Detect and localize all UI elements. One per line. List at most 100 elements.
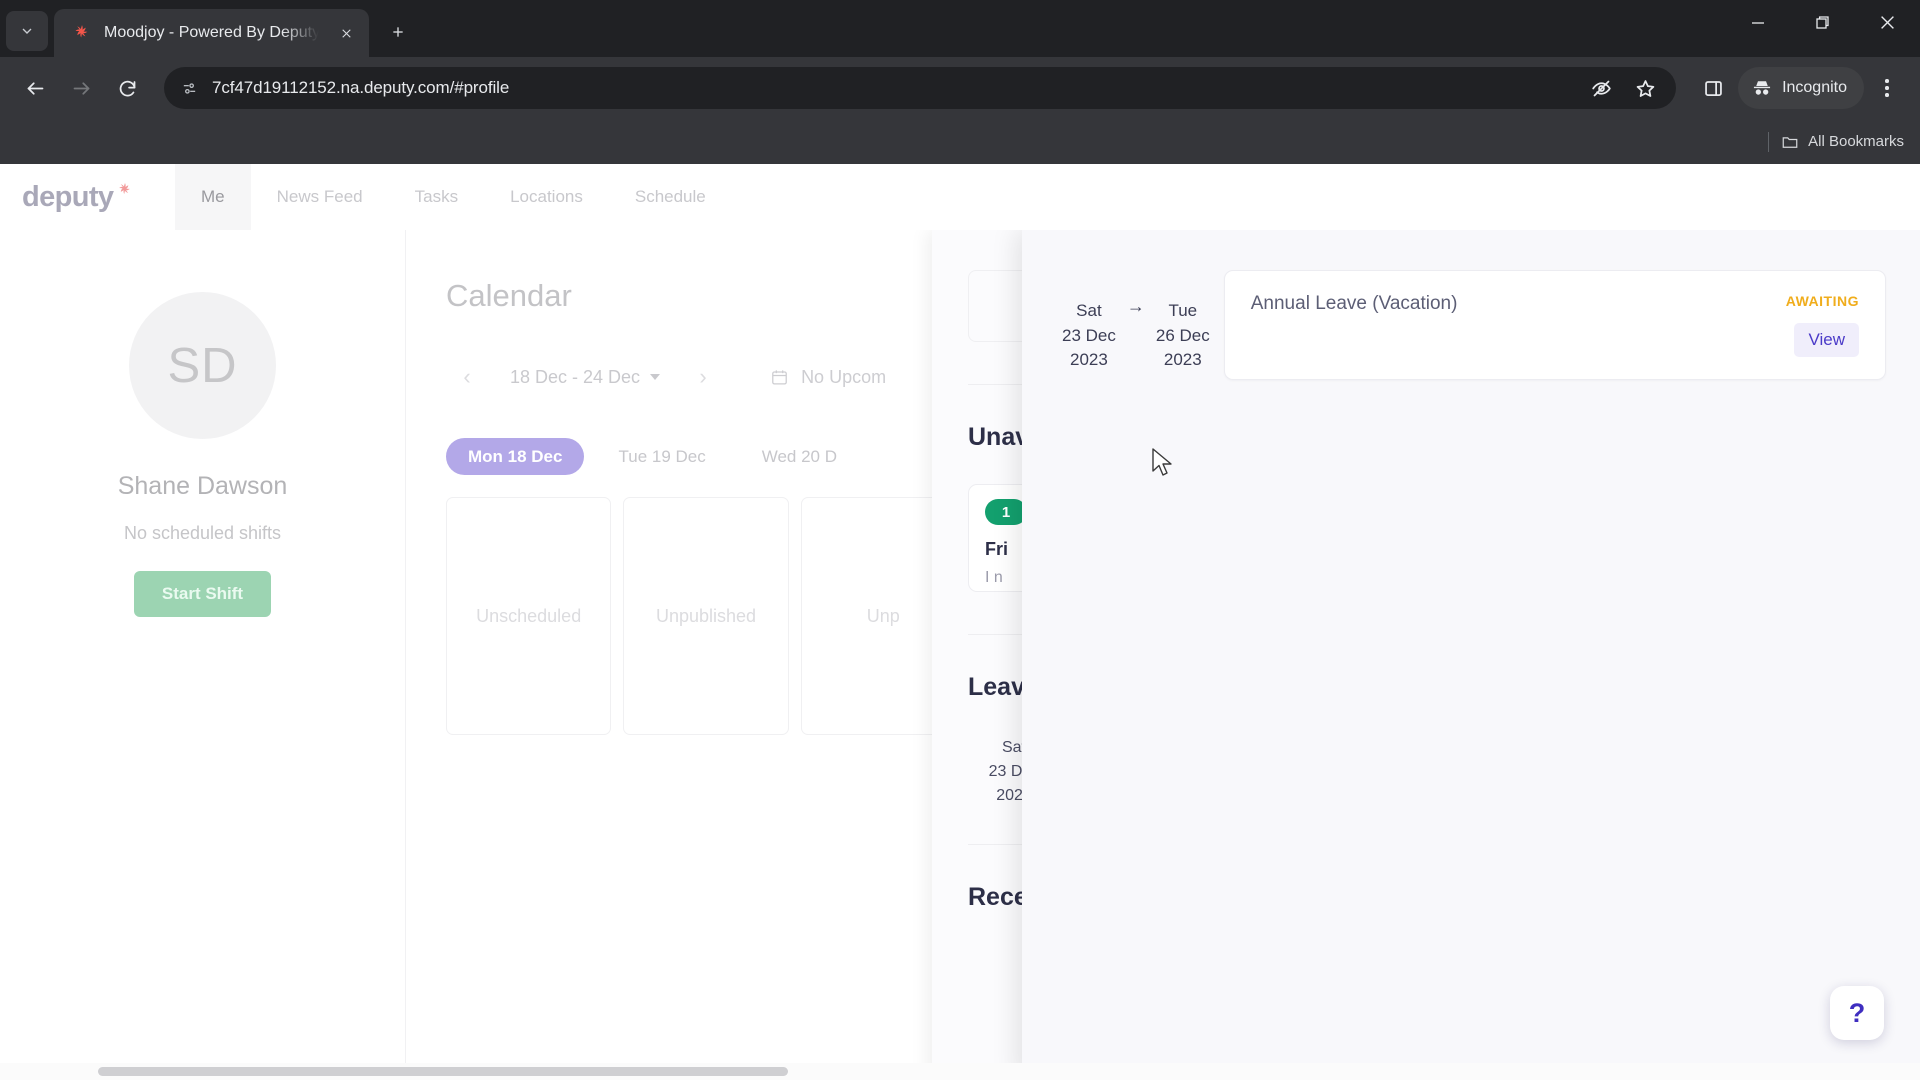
nav-tab-label: Tasks [414, 187, 459, 206]
chrome-menu-button[interactable] [1868, 67, 1906, 109]
bookmarks-bar: All Bookmarks [0, 119, 1920, 164]
end-year: 2023 [1163, 350, 1202, 370]
omnibox-actions [1580, 67, 1666, 109]
nav-tab-label: Me [201, 187, 225, 206]
page-viewport: deputy Me News Feed Tasks Locations Sche… [0, 164, 1920, 1080]
app-header: deputy Me News Feed Tasks Locations Sche… [0, 164, 1920, 230]
calendar-icon [772, 369, 787, 384]
incognito-label: Incognito [1782, 79, 1847, 96]
view-leave-button[interactable]: View [1794, 323, 1859, 357]
reload-button[interactable] [106, 67, 148, 109]
maximize-icon [1815, 15, 1829, 29]
next-week-button[interactable]: › [682, 356, 724, 398]
avatar-initials: SD [167, 338, 238, 393]
kebab-dot [1885, 86, 1889, 90]
avatar: SD [129, 292, 276, 439]
profile-name: Shane Dawson [117, 472, 288, 500]
side-panel-icon [1704, 80, 1722, 96]
page-title: Calendar [446, 278, 572, 313]
tab-strip: Moodjoy - Powered By Deputy [0, 0, 1920, 57]
side-panel-button[interactable] [1692, 67, 1734, 109]
upcoming-shift-indicator: No Upcom [770, 367, 886, 388]
deputy-star-icon [116, 181, 134, 199]
nav-tab-locations[interactable]: Locations [484, 164, 609, 230]
day-tab-wed[interactable]: Wed 20 D [740, 438, 859, 475]
deputy-logo[interactable]: deputy [0, 164, 175, 230]
bookmark-star-button[interactable] [1624, 67, 1666, 109]
eye-off-icon [1591, 80, 1611, 96]
nav-tab-schedule[interactable]: Schedule [609, 164, 732, 230]
forward-button[interactable] [60, 67, 102, 109]
close-icon [1881, 16, 1894, 29]
unavailability-count-badge: 1 [985, 499, 1027, 525]
page-info-icon[interactable] [178, 77, 200, 99]
leave-request-card[interactable]: Annual Leave (Vacation) AWAITING View [1223, 270, 1886, 380]
upcoming-label: No Upcom [801, 366, 887, 387]
tracking-protection-button[interactable] [1580, 67, 1622, 109]
day-tabs: Mon 18 Dec Tue 19 Dec Wed 20 D [446, 438, 966, 475]
arrow-left-icon [27, 81, 43, 95]
chevron-down-icon [22, 28, 32, 34]
nav-tab-label: Locations [510, 187, 583, 206]
day-card-tue[interactable]: Unpublished [623, 497, 789, 735]
nav-tab-me[interactable]: Me [175, 164, 251, 230]
browser-tab[interactable]: Moodjoy - Powered By Deputy [54, 9, 369, 57]
close-icon[interactable] [333, 20, 359, 46]
kebab-dot [1885, 93, 1889, 97]
nav-tab-tasks[interactable]: Tasks [389, 164, 484, 230]
url-text[interactable]: 7cf47d19112152.na.deputy.com/#profile [212, 78, 1568, 98]
leave-card-actions: AWAITING View [1786, 293, 1859, 357]
chevron-down-icon [650, 374, 661, 380]
start-year: 2023 [1070, 350, 1108, 370]
status-badge: AWAITING [1785, 293, 1859, 309]
leave-end-date: Tue 26 Dec 2023 [1156, 299, 1210, 373]
new-tab-button[interactable] [379, 13, 417, 51]
profile-shift-status: No scheduled shifts [123, 523, 282, 543]
start-shift-button[interactable]: Start Shift [133, 571, 272, 617]
close-window-button[interactable] [1855, 0, 1920, 45]
slide-over-panel-leave-requests: ❮ Back Leave Requests Add New Sat 23 Dec… [1022, 175, 1920, 1080]
end-dow: Tue [1168, 301, 1198, 321]
incognito-indicator[interactable]: Incognito [1738, 67, 1864, 109]
nav-tab-news-feed[interactable]: News Feed [251, 164, 389, 230]
day-tab-mon[interactable]: Mon 18 Dec [446, 438, 585, 475]
address-bar[interactable]: 7cf47d19112152.na.deputy.com/#profile [164, 67, 1677, 109]
incognito-icon [1753, 81, 1771, 95]
horizontal-scrollbar[interactable] [0, 1063, 1920, 1080]
nav-tab-label: News Feed [276, 187, 363, 206]
reload-icon [119, 80, 135, 96]
kebab-dot [1885, 79, 1889, 83]
primary-nav: Me News Feed Tasks Locations Schedule [175, 164, 732, 230]
minimize-icon [1751, 21, 1764, 24]
tab-search-button[interactable] [6, 11, 48, 51]
end-day: 26 Dec [1155, 325, 1210, 345]
profile-sidebar: SD Shane Dawson No scheduled shifts Star… [0, 230, 406, 1080]
brand-wordmark: deputy [22, 180, 114, 213]
prev-week-button[interactable]: ‹ [446, 356, 488, 398]
back-button[interactable] [14, 67, 56, 109]
start-dow: Sat [1076, 301, 1102, 321]
toolbar-right-group: Incognito [1686, 67, 1906, 109]
arrow-right-icon [73, 81, 89, 95]
plus-icon [393, 27, 403, 37]
leave-date-range: Sat 23 Dec 2023 → Tue 26 Dec 2023 [1062, 270, 1210, 380]
minimize-button[interactable] [1725, 0, 1790, 45]
scrollbar-thumb[interactable] [98, 1067, 788, 1076]
week-range-label: 18 Dec - 24 Dec [510, 366, 641, 387]
week-range-selector[interactable]: 18 Dec - 24 Dec [492, 358, 678, 397]
day-tab-tue[interactable]: Tue 19 Dec [596, 438, 727, 475]
maximize-button[interactable] [1790, 0, 1855, 45]
window-controls [1725, 0, 1920, 45]
folder-icon [1782, 136, 1798, 148]
nav-tab-label: Schedule [634, 187, 706, 206]
day-cards: Unscheduled Unpublished Unp [446, 497, 966, 735]
day-card-mon[interactable]: Unscheduled [446, 497, 612, 735]
start-day: 23 Dec [1062, 325, 1116, 345]
leave-start-date: Sat 23 Dec 2023 [1062, 299, 1116, 373]
all-bookmarks-button[interactable]: All Bookmarks [1781, 133, 1904, 151]
help-button[interactable]: ? [1830, 986, 1884, 1040]
deputy-star-favicon [72, 23, 92, 43]
page-body: SD Shane Dawson No scheduled shifts Star… [0, 175, 1920, 1080]
leave-request-list: Sat 23 Dec 2023 → Tue 26 Dec 2023 Annual… [1022, 230, 1920, 380]
star-icon [1636, 79, 1654, 97]
